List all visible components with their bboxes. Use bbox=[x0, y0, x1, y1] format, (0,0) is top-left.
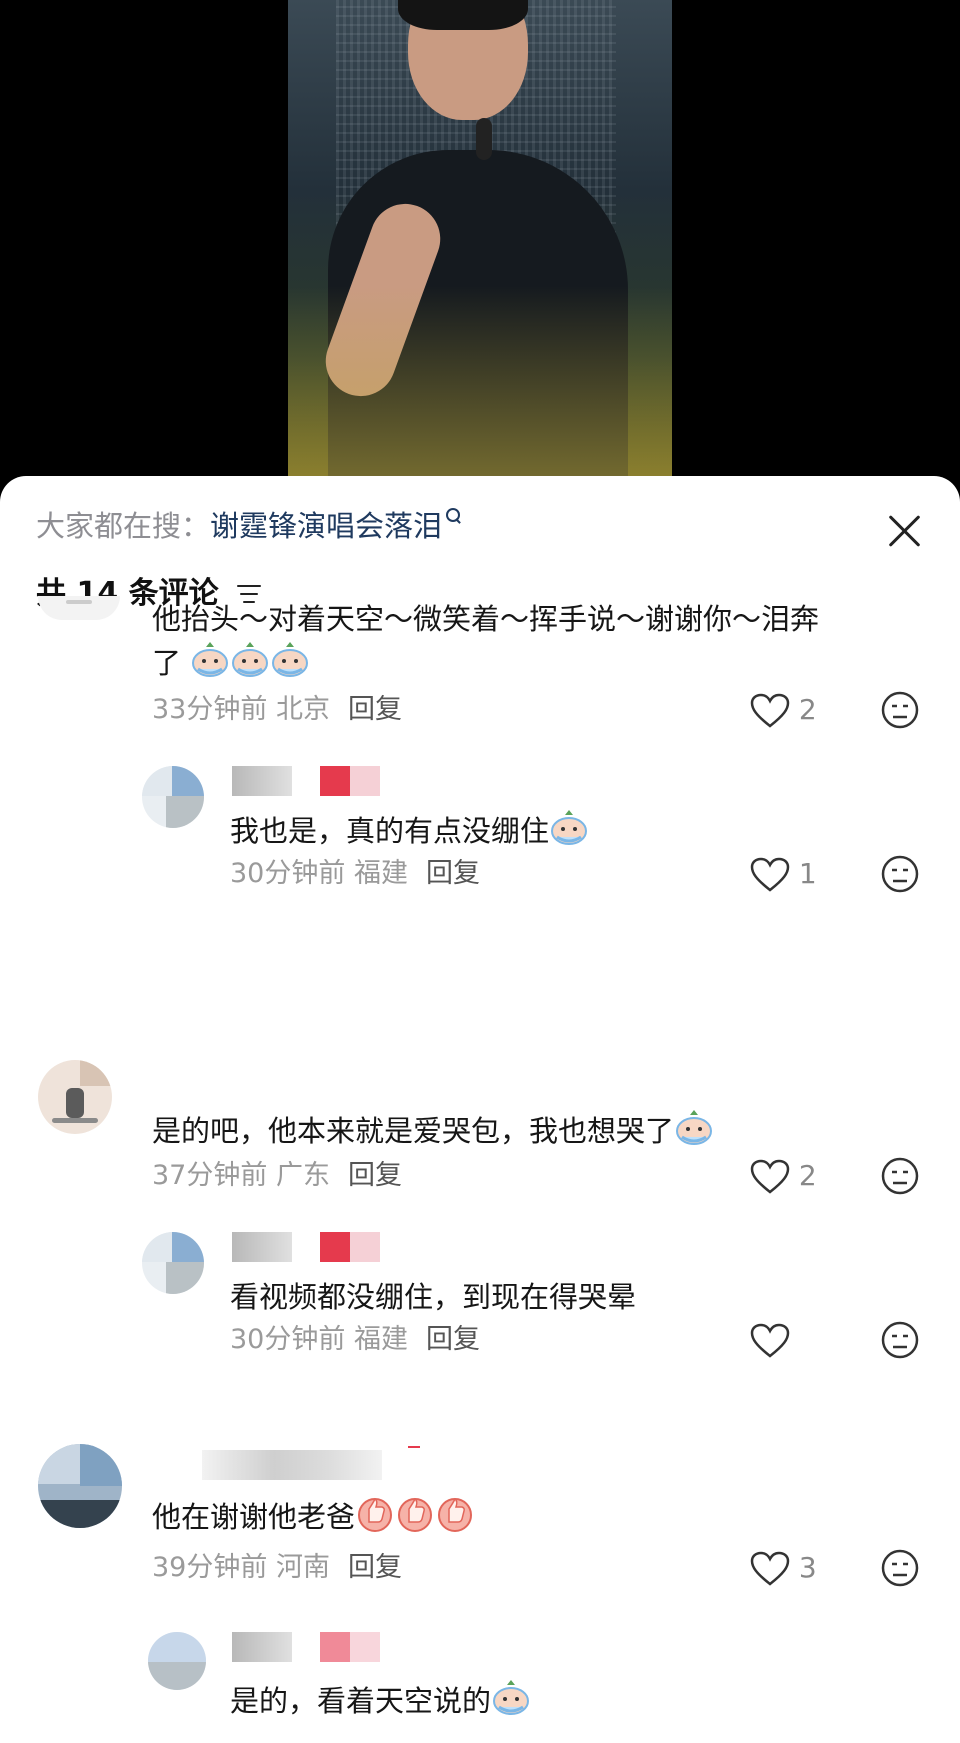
crying-emoji bbox=[551, 810, 588, 845]
thumbs-up-emoji bbox=[438, 1497, 473, 1532]
heart-icon bbox=[750, 857, 790, 892]
search-term-link[interactable]: 谢霆锋演唱会落泪 bbox=[210, 509, 442, 543]
reply-button[interactable]: 回复 bbox=[348, 694, 402, 725]
comment-time-location: 30分钟前 福建 bbox=[230, 1324, 408, 1355]
comment-meta: 30分钟前 福建 回复 bbox=[230, 1322, 480, 1358]
comment-sheet: 大家都在搜：谢霆锋演唱会落泪 共 14 条评论 他抬头～对着天空～微笑着～挥手说… bbox=[0, 476, 960, 1743]
username-blurred bbox=[232, 1232, 292, 1262]
heart-icon bbox=[750, 1159, 790, 1194]
comment-time-location: 33分钟前 北京 bbox=[152, 694, 330, 725]
video-player[interactable] bbox=[0, 0, 960, 480]
search-icon bbox=[446, 508, 461, 522]
thumbs-up-emoji bbox=[398, 1497, 433, 1532]
username-blurred bbox=[320, 766, 380, 796]
dislike-face-icon[interactable] bbox=[880, 690, 920, 730]
crying-emoji bbox=[192, 642, 229, 677]
like-count: 2 bbox=[798, 1159, 817, 1192]
crying-emoji bbox=[676, 1110, 713, 1145]
comment-text: 是的，看着天空说的 bbox=[230, 1676, 531, 1726]
suggested-search[interactable]: 大家都在搜：谢霆锋演唱会落泪 bbox=[36, 506, 461, 546]
like-count: 2 bbox=[798, 693, 817, 726]
dislike-face-icon[interactable] bbox=[880, 1548, 920, 1588]
avatar[interactable] bbox=[142, 1232, 204, 1294]
like-button[interactable]: 2 bbox=[750, 1156, 817, 1196]
comment-meta: 37分钟前 广东 回复 bbox=[152, 1158, 402, 1194]
like-count: 1 bbox=[798, 857, 817, 890]
like-count: 3 bbox=[798, 1551, 817, 1584]
stage-haze bbox=[288, 286, 672, 476]
like-button[interactable]: 3 bbox=[750, 1548, 817, 1588]
username-blurred bbox=[232, 766, 292, 796]
comment-text: 他抬头～对着天空～微笑着～挥手说～谢谢你～泪奔 bbox=[152, 602, 820, 636]
crying-emoji bbox=[232, 642, 269, 677]
like-button[interactable]: 1 bbox=[750, 854, 817, 894]
comment-meta: 33分钟前 北京 回复 bbox=[152, 692, 402, 728]
reply-button[interactable]: 回复 bbox=[426, 1324, 480, 1355]
comment-meta: 30分钟前 福建 回复 bbox=[230, 856, 480, 892]
comment-text: 我也是，真的有点没绷住 bbox=[230, 806, 589, 856]
microphone bbox=[476, 118, 492, 160]
heart-icon bbox=[750, 1323, 790, 1358]
avatar[interactable] bbox=[38, 1060, 112, 1134]
video-frame bbox=[288, 0, 672, 476]
username-blurred-mark bbox=[408, 1446, 420, 1448]
reply-button[interactable]: 回复 bbox=[348, 1552, 402, 1583]
avatar[interactable] bbox=[38, 1444, 122, 1528]
comment-time-location: 39分钟前 河南 bbox=[152, 1552, 330, 1583]
like-button[interactable]: 2 bbox=[750, 690, 817, 730]
dislike-face-icon[interactable] bbox=[880, 1320, 920, 1360]
comment-text: 是的吧，他本来就是爱哭包，我也想哭了 bbox=[152, 1106, 714, 1156]
comment-meta: 39分钟前 河南 回复 bbox=[152, 1550, 402, 1586]
heart-icon bbox=[750, 1551, 790, 1586]
dislike-face-icon[interactable] bbox=[880, 1156, 920, 1196]
comment-time-location: 30分钟前 福建 bbox=[230, 858, 408, 889]
dislike-face-icon[interactable] bbox=[880, 854, 920, 894]
username-blurred bbox=[320, 1632, 380, 1662]
username-blurred bbox=[320, 1232, 380, 1262]
crying-emoji bbox=[272, 642, 309, 677]
comment-text: 他在谢谢他老爸 bbox=[152, 1492, 475, 1542]
comment-text: 看视频都没绷住，到现在得哭晕 bbox=[230, 1280, 637, 1314]
search-prefix: 大家都在搜： bbox=[36, 509, 211, 543]
heart-icon bbox=[750, 693, 790, 728]
crying-emoji bbox=[493, 1680, 530, 1715]
singer-hair bbox=[398, 0, 528, 30]
comment-time-location: 37分钟前 广东 bbox=[152, 1160, 330, 1191]
avatar[interactable] bbox=[148, 1632, 206, 1690]
comment-text-continued: 了 bbox=[152, 638, 310, 688]
avatar[interactable] bbox=[142, 766, 204, 828]
username-blurred bbox=[202, 1450, 382, 1480]
username-blurred bbox=[232, 1632, 292, 1662]
close-button[interactable] bbox=[882, 508, 928, 554]
reply-button[interactable]: 回复 bbox=[426, 858, 480, 889]
thumbs-up-emoji bbox=[358, 1497, 393, 1532]
like-button[interactable] bbox=[750, 1320, 790, 1360]
reply-button[interactable]: 回复 bbox=[348, 1160, 402, 1191]
avatar[interactable] bbox=[38, 596, 120, 620]
